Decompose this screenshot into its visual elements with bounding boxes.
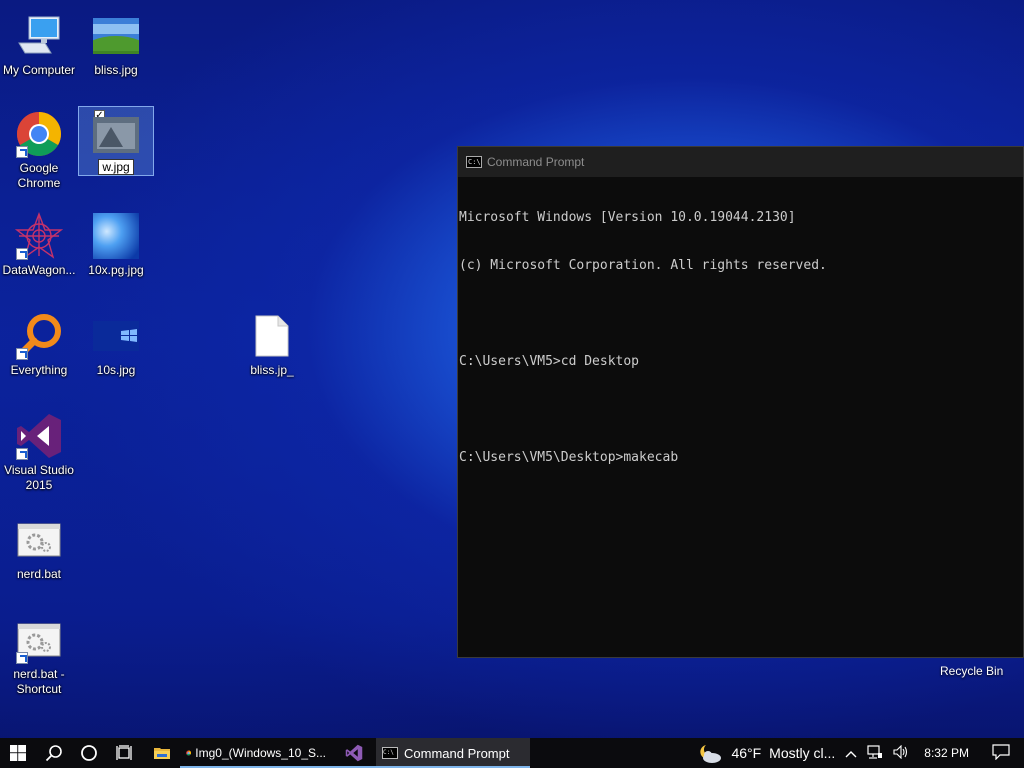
datawagon-icon: [14, 212, 64, 260]
batch-file-icon: [14, 516, 64, 564]
image-thumbnail-icon: [91, 212, 141, 260]
volume-icon[interactable]: [893, 744, 909, 762]
batch-file-icon: [14, 616, 64, 664]
task-view-button[interactable]: [106, 738, 144, 768]
desktop-icon-nerd-bat[interactable]: nerd.bat: [1, 512, 77, 582]
chrome-icon: [186, 750, 192, 756]
weather-temp: 46°F: [731, 745, 762, 761]
notification-center-icon[interactable]: [992, 743, 1010, 763]
taskbar-visual-studio[interactable]: [332, 738, 376, 768]
window-titlebar[interactable]: C:\ Command Prompt: [458, 147, 1023, 177]
desktop-icon-visual-studio-2015[interactable]: Visual Studio 2015: [1, 408, 77, 493]
icon-label: bliss.jpg: [94, 63, 138, 77]
weather-widget[interactable]: 46°F Mostly cl...: [697, 742, 835, 764]
console-line: C:\Users\VM5>cd Desktop: [459, 354, 640, 369]
visual-studio-icon: [345, 744, 363, 762]
cmd-icon: C:\: [466, 156, 482, 168]
desktop-icon-bliss-jpg[interactable]: bliss.jpg: [78, 8, 154, 78]
icon-label: Visual Studio 2015: [4, 463, 74, 492]
icon-label: My Computer: [2, 63, 76, 77]
console-line: Microsoft Windows [Version 10.0.19044.21…: [459, 210, 796, 225]
magnifier-icon: [14, 312, 64, 360]
desktop-icon-my-computer[interactable]: My Computer: [1, 8, 77, 78]
weather-moon-cloud-icon: [700, 745, 722, 763]
shortcut-arrow-icon: [16, 146, 28, 158]
icon-label: nerd.bat: [16, 567, 62, 581]
icon-label: bliss.jp_: [250, 363, 294, 377]
desktop-icon-10x-pg-jpg[interactable]: 10x.pg.jpg: [78, 208, 154, 278]
folder-icon: [154, 748, 170, 759]
icon-label: 10s.jpg: [96, 363, 136, 377]
shortcut-arrow-icon: [16, 448, 28, 460]
desktop-icon-bliss-jp-underscore[interactable]: bliss.jp_: [234, 308, 310, 378]
file-icon: [247, 312, 297, 360]
taskbar: Img0_(Windows_10_S... C:\ Command Prompt…: [0, 738, 1024, 768]
chevron-up-icon[interactable]: [845, 746, 857, 761]
desktop-icon-10s-jpg[interactable]: 10s.jpg: [78, 308, 154, 378]
system-tray: 46°F Mostly cl... 8:32 PM: [692, 738, 1024, 768]
clock[interactable]: 8:32 PM: [924, 746, 969, 760]
taskbar-chrome-app[interactable]: Img0_(Windows_10_S...: [180, 738, 332, 768]
start-button[interactable]: [0, 738, 36, 768]
icon-label: Google Chrome: [17, 161, 61, 190]
icon-label: Everything: [10, 363, 68, 377]
windows-logo-icon: [10, 745, 26, 761]
taskbar-app-label: Command Prompt: [404, 745, 510, 761]
console-prompt-line[interactable]: C:\Users\VM5\Desktop>makecab: [459, 450, 1023, 466]
command-prompt-window[interactable]: C:\ Command Prompt Microsoft Windows [Ve…: [457, 146, 1024, 658]
desktop-icon-everything[interactable]: Everything: [1, 308, 77, 378]
shortcut-arrow-icon: [16, 652, 28, 664]
visual-studio-icon: [14, 412, 64, 460]
icon-label: DataWagon...: [2, 263, 76, 277]
image-thumbnail-icon: [91, 312, 141, 360]
computer-icon: [14, 12, 64, 60]
search-icon: [45, 745, 62, 762]
desktop-icon-nerd-bat-shortcut[interactable]: nerd.bat - Shortcut: [1, 612, 77, 697]
shortcut-arrow-icon: [16, 348, 28, 360]
cortana-button[interactable]: [72, 738, 106, 768]
taskbar-command-prompt[interactable]: C:\ Command Prompt: [376, 738, 530, 768]
rename-field[interactable]: w.jpg: [98, 159, 134, 175]
network-icon[interactable]: [867, 744, 883, 762]
taskbar-app-label: Img0_(Windows_10_S...: [195, 746, 326, 760]
image-thumbnail-icon: [91, 111, 141, 159]
task-view-icon: [116, 745, 132, 760]
desktop-icon-datawagon[interactable]: DataWagon...: [1, 208, 77, 278]
weather-desc: Mostly cl...: [769, 745, 836, 761]
search-button[interactable]: [36, 738, 72, 768]
desktop-icon-w-jpg[interactable]: ✓ w.jpg: [78, 106, 154, 176]
console-line: (c) Microsoft Corporation. All rights re…: [459, 258, 827, 273]
cortana-circle-icon: [81, 745, 97, 761]
desktop-icon-google-chrome[interactable]: Google Chrome: [1, 106, 77, 191]
icon-label: nerd.bat - Shortcut: [13, 667, 65, 696]
taskbar-file-explorer[interactable]: [144, 738, 180, 768]
console-output[interactable]: Microsoft Windows [Version 10.0.19044.21…: [458, 177, 1023, 498]
window-title: Command Prompt: [487, 155, 585, 169]
shortcut-arrow-icon: [16, 248, 28, 260]
image-thumbnail-icon: [91, 12, 141, 60]
chrome-icon: [14, 110, 64, 158]
icon-label: 10x.pg.jpg: [88, 263, 144, 277]
cmd-icon: C:\: [382, 747, 398, 759]
recycle-bin-label[interactable]: Recycle Bin: [940, 664, 1003, 678]
